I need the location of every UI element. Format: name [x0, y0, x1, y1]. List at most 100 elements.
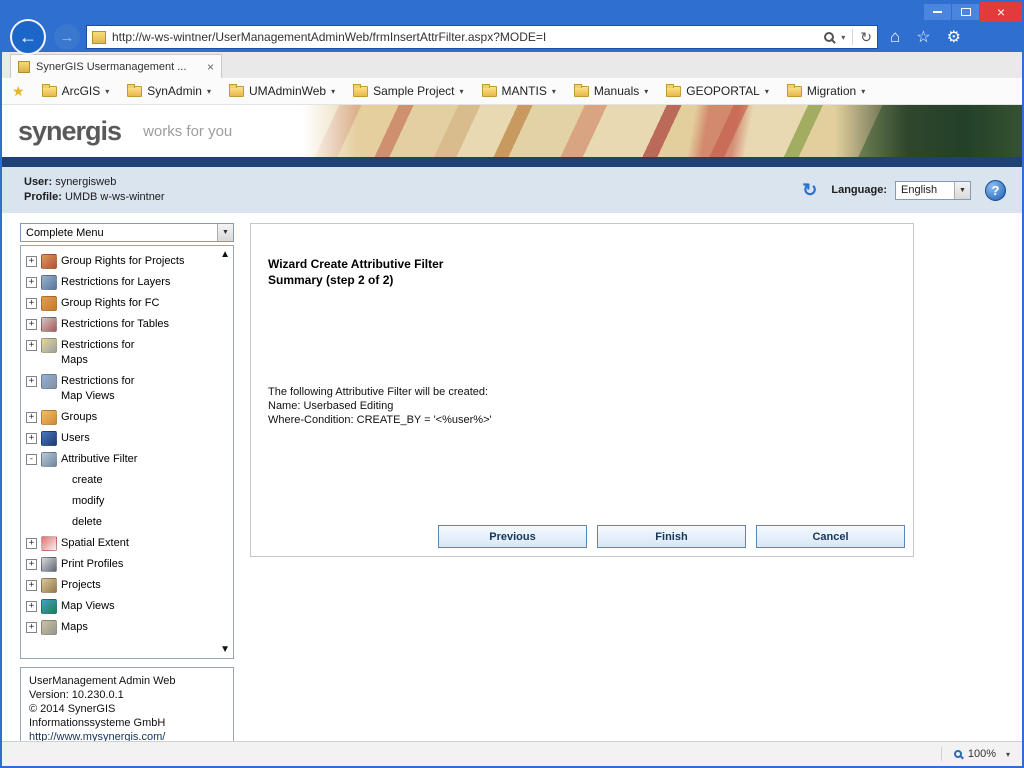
favorites-item-geoportal[interactable]: GEOPORTAL: [657, 81, 778, 101]
synergis-website-link[interactable]: http://www.mysynergis.com/: [29, 731, 165, 741]
tree-item-label[interactable]: Print Profiles: [61, 557, 123, 572]
expand-icon[interactable]: +: [26, 256, 37, 267]
tree-item-label[interactable]: Groups: [61, 410, 97, 425]
synergis-logo: synergis: [18, 116, 121, 147]
tree-item-delete[interactable]: delete: [26, 512, 217, 533]
tree-item-label[interactable]: Projects: [61, 578, 101, 593]
tree-item-create[interactable]: create: [26, 470, 217, 491]
expand-icon[interactable]: +: [26, 559, 37, 570]
tab-synergis-usermanagement[interactable]: SynerGIS Usermanagement ...: [10, 54, 222, 78]
tab-title: SynerGIS Usermanagement ...: [36, 61, 201, 73]
expand-icon[interactable]: +: [26, 601, 37, 612]
about-box: UserManagement Admin Web Version: 10.230…: [20, 667, 234, 741]
favorites-item-umadminweb[interactable]: UMAdminWeb: [220, 81, 344, 101]
tree-item-label[interactable]: Group Rights for Projects: [61, 254, 185, 269]
tree-item-label[interactable]: delete: [72, 515, 102, 530]
folder-icon: [353, 86, 368, 97]
sidebar: Complete Menu + Group Rights for Projects…: [20, 223, 234, 741]
refresh-language-icon[interactable]: [802, 180, 817, 201]
folder-icon: [787, 86, 802, 97]
tree-item-label[interactable]: Users: [61, 431, 90, 446]
about-line: Version: 10.230.0.1: [29, 688, 225, 702]
tree-item-label[interactable]: Maps: [61, 620, 88, 635]
tree-item-attributive-filter[interactable]: - Attributive Filter: [26, 449, 217, 470]
back-button[interactable]: [10, 19, 46, 55]
maximize-button[interactable]: [952, 4, 979, 20]
tree-item-label[interactable]: Map Views: [61, 599, 115, 614]
tree-item-maps[interactable]: + Maps: [26, 617, 217, 638]
cancel-button[interactable]: Cancel: [756, 525, 905, 548]
address-bar[interactable]: [86, 25, 878, 49]
expand-icon[interactable]: +: [26, 433, 37, 444]
add-favorite-icon[interactable]: [12, 83, 25, 100]
tree-item-print-profiles[interactable]: + Print Profiles: [26, 554, 217, 575]
chevron-down-icon[interactable]: [841, 33, 845, 42]
tree-item-label[interactable]: Group Rights for FC: [61, 296, 159, 311]
expand-icon[interactable]: +: [26, 319, 37, 330]
restrictions-for-map-views-icon: [41, 374, 57, 389]
tree-item-restrictions-for-map-views[interactable]: + Restrictions for Map Views: [26, 371, 217, 407]
zoom-level[interactable]: 100%: [968, 748, 996, 760]
tree-item-modify[interactable]: modify: [26, 491, 217, 512]
user-value: synergisweb: [55, 176, 116, 188]
groups-icon: [41, 410, 57, 425]
expand-icon[interactable]: +: [26, 580, 37, 591]
tree-item-label[interactable]: create: [72, 473, 103, 488]
expand-icon[interactable]: +: [26, 622, 37, 633]
favorites-item-mantis[interactable]: MANTIS: [473, 81, 565, 101]
favorites-item-manuals[interactable]: Manuals: [565, 81, 657, 101]
minimize-icon: [933, 11, 942, 13]
tree-item-groups[interactable]: + Groups: [26, 407, 217, 428]
tree-item-restrictions-for-maps[interactable]: + Restrictions for Maps: [26, 335, 217, 371]
minimize-button[interactable]: [924, 4, 951, 20]
collapse-icon[interactable]: -: [26, 454, 37, 465]
users-icon: [41, 431, 57, 446]
expand-icon[interactable]: +: [26, 340, 37, 351]
refresh-icon[interactable]: [860, 29, 872, 46]
tree-item-label[interactable]: Restrictions for Map Views: [61, 374, 147, 404]
expand-icon[interactable]: +: [26, 298, 37, 309]
tree-item-restrictions-for-tables[interactable]: + Restrictions for Tables: [26, 314, 217, 335]
expand-icon[interactable]: +: [26, 412, 37, 423]
tree-item-group-rights-for-fc[interactable]: + Group Rights for FC: [26, 293, 217, 314]
menu-select[interactable]: Complete Menu: [20, 223, 234, 242]
tree-item-users[interactable]: + Users: [26, 428, 217, 449]
language-select[interactable]: English: [895, 181, 971, 200]
close-button[interactable]: [980, 2, 1022, 22]
favorite-label: ArcGIS: [62, 84, 101, 98]
tree-item-label[interactable]: Restrictions for Tables: [61, 317, 169, 332]
expand-icon[interactable]: +: [26, 376, 37, 387]
finish-button[interactable]: Finish: [597, 525, 746, 548]
address-input[interactable]: [112, 30, 818, 44]
previous-button[interactable]: Previous: [438, 525, 587, 548]
favorites-item-migration[interactable]: Migration: [778, 81, 874, 101]
tree-item-map-views[interactable]: + Map Views: [26, 596, 217, 617]
tree-item-label[interactable]: Attributive Filter: [61, 452, 137, 467]
tree-item-label[interactable]: Restrictions for Layers: [61, 275, 170, 290]
home-icon[interactable]: [890, 27, 900, 47]
favorites-item-arcgis[interactable]: ArcGIS: [33, 81, 119, 101]
favorites-item-synadmin[interactable]: SynAdmin: [118, 81, 220, 101]
tab-close-icon[interactable]: [207, 60, 214, 74]
search-icon[interactable]: [824, 32, 834, 42]
help-button[interactable]: [985, 180, 1006, 201]
scroll-up-icon[interactable]: [220, 249, 230, 260]
tree-item-label[interactable]: modify: [72, 494, 104, 509]
scroll-down-icon[interactable]: [220, 644, 230, 655]
favorites-item-sample-project[interactable]: Sample Project: [344, 81, 472, 101]
forward-button[interactable]: [54, 24, 80, 50]
expand-icon[interactable]: +: [26, 277, 37, 288]
favorites-icon[interactable]: [916, 27, 930, 47]
tree-item-spatial-extent[interactable]: + Spatial Extent: [26, 533, 217, 554]
chevron-down-icon[interactable]: [1006, 750, 1010, 759]
group-rights-for-fc-icon: [41, 296, 57, 311]
tree-item-restrictions-for-layers[interactable]: + Restrictions for Layers: [26, 272, 217, 293]
tree-item-label[interactable]: Spatial Extent: [61, 536, 129, 551]
tree-item-projects[interactable]: + Projects: [26, 575, 217, 596]
language-label: Language:: [831, 184, 887, 196]
folder-icon: [574, 86, 589, 97]
tree-item-label[interactable]: Restrictions for Maps: [61, 338, 147, 368]
tree-item-group-rights-for-projects[interactable]: + Group Rights for Projects: [26, 251, 217, 272]
gear-icon[interactable]: [947, 27, 961, 47]
expand-icon[interactable]: +: [26, 538, 37, 549]
